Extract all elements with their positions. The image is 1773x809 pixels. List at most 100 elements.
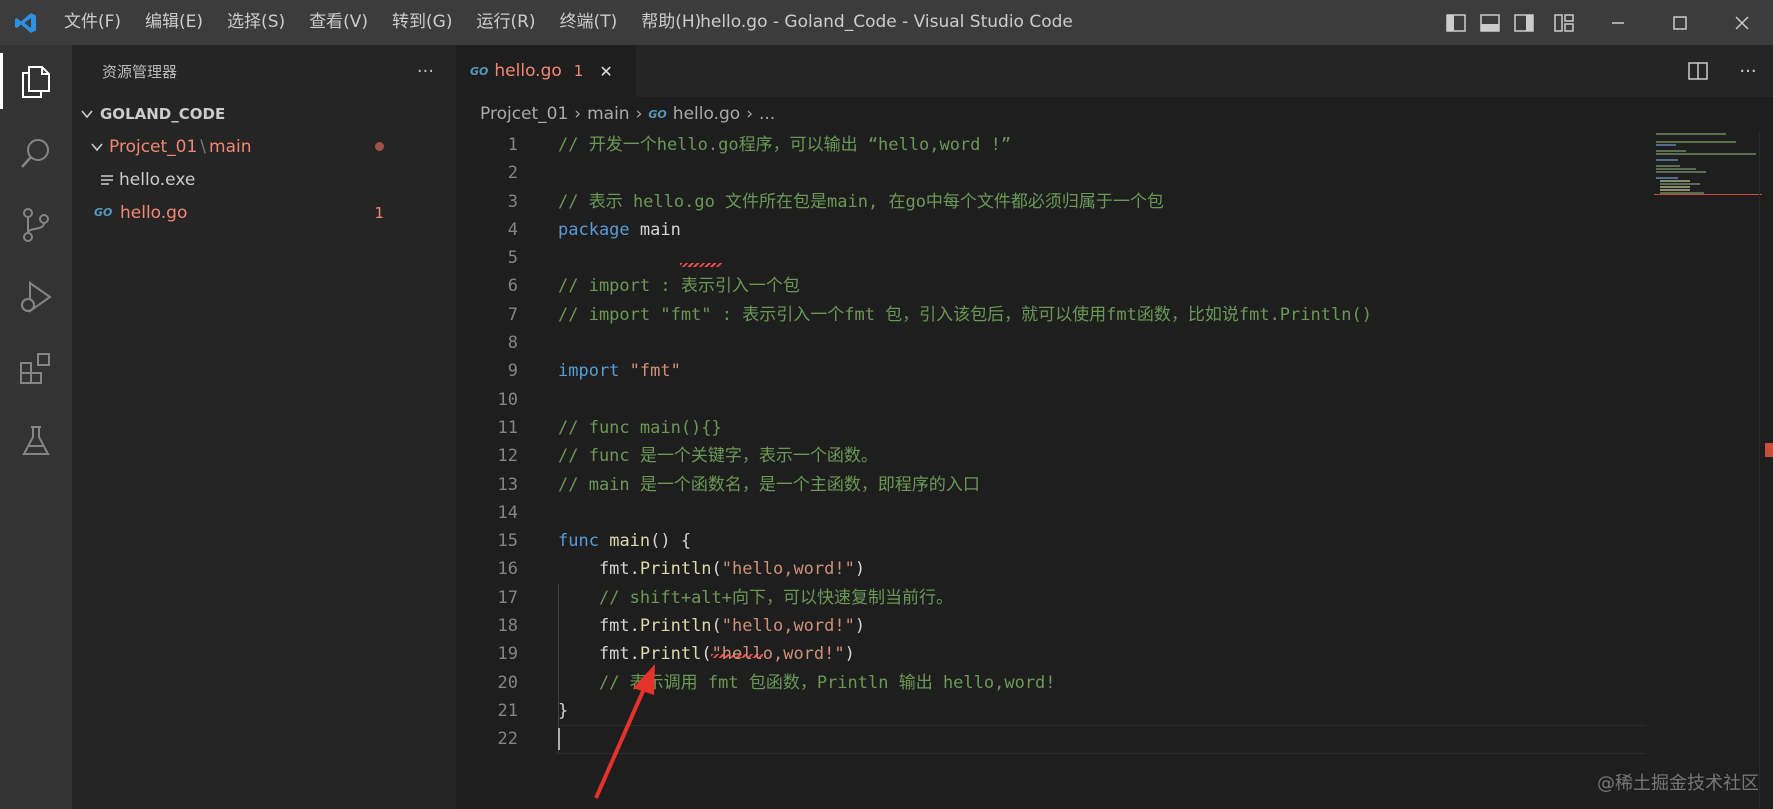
more-actions-button[interactable]: ··· — [417, 61, 434, 82]
chevron-right-icon: › — [574, 104, 582, 124]
file-label: hello.go — [120, 202, 188, 223]
minimap[interactable] — [1646, 131, 1762, 251]
menu-help[interactable]: 帮助(H) — [629, 0, 713, 45]
code-line[interactable]: 5 — [456, 244, 1646, 272]
folder-item-projcet[interactable]: Projcet_01 \ main — [72, 130, 456, 163]
tab-close-icon[interactable]: ✕ — [599, 62, 612, 81]
testing-flask-icon[interactable] — [0, 405, 72, 477]
search-icon[interactable] — [0, 117, 72, 189]
breadcrumb-item[interactable]: hello.go — [673, 104, 740, 124]
editor-area: GO hello.go 1 ✕ ··· Projcet_01 › main › … — [456, 45, 1773, 809]
customize-layout-icon[interactable] — [1541, 0, 1587, 45]
code-text: // 开发一个hello.go程序，可以输出 “hello,word !” — [558, 135, 1012, 155]
explorer-sidebar: 资源管理器 ··· GOLAND_CODE Projcet_01 \ main … — [72, 45, 456, 809]
code-line[interactable]: 13 // main 是一个函数名，是一个主函数，即程序的入口 — [456, 471, 1646, 499]
toggle-secondary-sidebar-icon[interactable] — [1507, 0, 1541, 45]
more-editor-actions-icon[interactable]: ··· — [1723, 61, 1773, 82]
sidebar-title: 资源管理器 — [102, 62, 178, 81]
menu-selection[interactable]: 选择(S) — [215, 0, 297, 45]
line-number: 16 — [497, 559, 518, 580]
line-number: 13 — [497, 474, 518, 495]
maximize-icon[interactable] — [1649, 0, 1711, 45]
code-line[interactable]: 9 import "fmt" — [456, 357, 1646, 385]
watermark: @稀土掘金技术社区 — [1597, 773, 1759, 794]
file-item-hello-go[interactable]: GO hello.go 1 — [72, 196, 456, 229]
activity-bar — [0, 45, 72, 809]
run-debug-icon[interactable] — [0, 261, 72, 333]
split-editor-icon[interactable] — [1673, 62, 1723, 80]
code-line[interactable]: 20 // 表示调用 fmt 包函数，Println 输出 hello,word… — [456, 669, 1646, 697]
folder-label: Projcet_01 — [109, 136, 198, 157]
extensions-icon[interactable] — [0, 333, 72, 405]
code-text: func main() { — [558, 531, 692, 552]
menu-view[interactable]: 查看(V) — [297, 0, 380, 45]
line-number: 21 — [497, 700, 518, 721]
toggle-panel-icon[interactable] — [1473, 0, 1507, 45]
code-line[interactable]: 8 — [456, 329, 1646, 357]
close-window-icon[interactable] — [1711, 0, 1773, 45]
line-number: 8 — [507, 333, 518, 354]
code-line[interactable]: 1 // 开发一个hello.go程序，可以输出 “hello,word !” — [456, 131, 1646, 159]
file-label: hello.exe — [119, 169, 196, 190]
line-number: 11 — [497, 417, 518, 438]
subfolder-label: main — [209, 136, 252, 157]
breadcrumb-item[interactable]: Projcet_01 — [480, 104, 568, 124]
line-number: 3 — [507, 191, 518, 212]
code-line[interactable]: 7 // import "fmt" : 表示引入一个fmt 包，引入该包后，就可以… — [456, 301, 1646, 329]
code-text: // import "fmt" : 表示引入一个fmt 包，引入该包后，就可以使… — [558, 304, 1372, 325]
line-number: 6 — [507, 276, 518, 297]
workspace-root-label: GOLAND_CODE — [100, 104, 226, 123]
line-number: 15 — [497, 531, 518, 552]
menu-bar: 文件(F) 编辑(E) 选择(S) 查看(V) 转到(G) 运行(R) 终端(T… — [52, 0, 713, 45]
code-text: fmt.Println("hello,word!") — [558, 616, 866, 637]
code-line[interactable]: 22 — [456, 725, 1646, 754]
menu-run[interactable]: 运行(R) — [464, 0, 547, 45]
go-file-icon: GO — [94, 206, 113, 219]
code-line[interactable]: 21} — [456, 697, 1646, 725]
chevron-down-icon — [90, 140, 109, 154]
file-lines-icon — [100, 173, 119, 187]
code-line[interactable]: 14 — [456, 499, 1646, 527]
code-line[interactable]: 10 — [456, 386, 1646, 414]
menu-edit[interactable]: 编辑(E) — [133, 0, 215, 45]
code-text: import "fmt" — [558, 361, 681, 382]
code-line[interactable]: 11 // func main(){} — [456, 414, 1646, 442]
line-number: 5 — [507, 248, 518, 269]
line-number: 18 — [497, 616, 518, 637]
code-text: fmt.Printl("hello,word!") — [558, 644, 855, 665]
line-number: 22 — [497, 729, 518, 750]
code-line[interactable]: 3 // 表示 hello.go 文件所在包是main, 在go中每个文件都必须归… — [456, 188, 1646, 216]
tab-hello-go[interactable]: GO hello.go 1 ✕ — [456, 45, 636, 97]
minimize-icon[interactable] — [1587, 0, 1649, 45]
code-line[interactable]: 2 — [456, 159, 1646, 187]
code-line[interactable]: 17 // shift+alt+向下，可以快速复制当前行。 — [456, 584, 1646, 612]
code-line[interactable]: 19 fmt.Printl("hello,word!") — [456, 640, 1646, 668]
code-line[interactable]: 15 func main() { — [456, 527, 1646, 555]
code-line[interactable]: 16 fmt.Println("hello,word!") — [456, 555, 1646, 583]
menu-go[interactable]: 转到(G) — [380, 0, 464, 45]
vertical-scrollbar[interactable] — [1759, 131, 1773, 809]
line-number: 14 — [497, 502, 518, 523]
code-line[interactable]: 12 // func 是一个关键字，表示一个函数。 — [456, 442, 1646, 470]
menu-terminal[interactable]: 终端(T) — [548, 0, 630, 45]
code-line[interactable]: 18 fmt.Println("hello,word!") — [456, 612, 1646, 640]
line-number: 1 — [507, 135, 518, 155]
workspace-root[interactable]: GOLAND_CODE — [72, 97, 456, 130]
code-editor[interactable]: 1 // 开发一个hello.go程序，可以输出 “hello,word !” 2 3… — [456, 131, 1646, 754]
chevron-down-icon — [80, 107, 100, 121]
toggle-primary-sidebar-icon[interactable] — [1439, 0, 1473, 45]
line-number: 20 — [497, 672, 518, 693]
source-control-icon[interactable] — [0, 189, 72, 261]
explorer-icon[interactable] — [0, 45, 72, 117]
line-number: 4 — [507, 219, 518, 240]
line-number: 2 — [507, 163, 518, 184]
breadcrumb-item[interactable]: main — [587, 104, 629, 124]
code-line[interactable]: 4 package main — [456, 216, 1646, 244]
tab-label: hello.go — [494, 61, 562, 81]
code-line[interactable]: 6 // import : 表示引入一个包 — [456, 272, 1646, 300]
file-item-hello-exe[interactable]: hello.exe — [72, 163, 456, 196]
chevron-right-icon: › — [746, 104, 753, 124]
code-text: // 表示调用 fmt 包函数，Println 输出 hello,word! — [598, 672, 1056, 693]
menu-file[interactable]: 文件(F) — [52, 0, 133, 45]
breadcrumb-item[interactable]: ... — [759, 104, 775, 124]
